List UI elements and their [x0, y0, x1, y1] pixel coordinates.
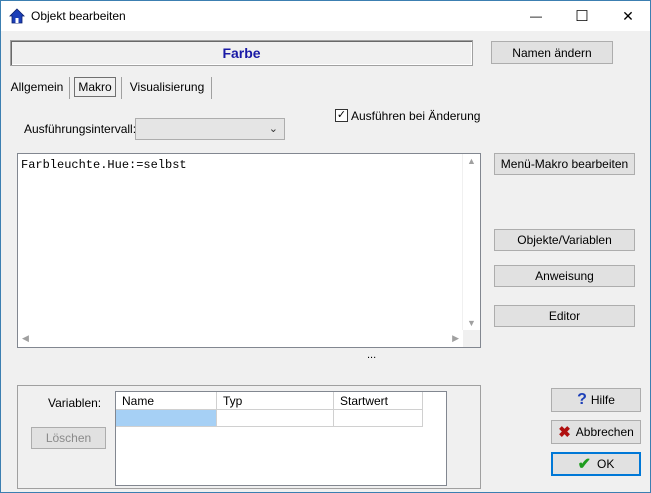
- question-mark-icon: ?: [577, 391, 587, 408]
- macro-code-text: Farbleuchte.Hue:=selbst: [21, 158, 187, 172]
- minimize-button[interactable]: —: [513, 1, 559, 31]
- table-cell-selected[interactable]: [116, 410, 217, 427]
- interval-label: Ausführungsintervall:: [24, 122, 137, 136]
- help-label: Hilfe: [590, 393, 615, 407]
- tab-visualisierung-label: Visualisierung: [129, 80, 205, 94]
- minimize-icon: —: [530, 9, 542, 23]
- cancel-label: Abbrechen: [575, 425, 634, 439]
- close-button[interactable]: ✕: [605, 1, 651, 31]
- tab-allgemein-label: Allgemein: [10, 80, 64, 94]
- table-row[interactable]: [116, 410, 423, 427]
- scrollbar-corner: [463, 330, 480, 347]
- dialog-window: Objekt bearbeiten — ☐ ✕ Farbe Namen ände…: [0, 0, 651, 493]
- delete-button[interactable]: Löschen: [31, 427, 106, 449]
- help-button[interactable]: ? Hilfe: [551, 388, 641, 412]
- editor-label: Editor: [548, 309, 581, 323]
- table-header: Name Typ Startwert: [116, 392, 423, 410]
- column-header-name[interactable]: Name: [116, 392, 217, 410]
- tab-makro[interactable]: Makro: [74, 77, 116, 97]
- rename-button[interactable]: Namen ändern: [491, 41, 613, 64]
- checkmark-icon: ✓: [336, 109, 347, 121]
- table-cell[interactable]: [334, 410, 423, 427]
- column-header-type[interactable]: Typ: [217, 392, 334, 410]
- tab-visualisierung[interactable]: Visualisierung: [127, 75, 207, 99]
- vertical-scrollbar[interactable]: ▲ ▼: [462, 154, 480, 330]
- delete-button-label: Löschen: [45, 431, 92, 445]
- table-cell[interactable]: [217, 410, 334, 427]
- ok-label: OK: [597, 457, 615, 471]
- checkmark-icon: ✔: [577, 456, 592, 473]
- object-name-display: Farbe: [10, 40, 473, 66]
- macro-code-editor[interactable]: Farbleuchte.Hue:=selbst ▲ ▼ ◀ ▶: [17, 153, 481, 348]
- interval-select[interactable]: ⌄: [135, 118, 285, 140]
- tab-allgemein[interactable]: Allgemein: [9, 75, 65, 99]
- edit-menu-macro-button[interactable]: Menü-Makro bearbeiten: [494, 153, 635, 175]
- instruction-label: Anweisung: [535, 269, 594, 283]
- editor-button[interactable]: Editor: [494, 305, 635, 327]
- tab-divider: [211, 77, 212, 99]
- cancel-button[interactable]: ✖ Abbrechen: [551, 420, 641, 444]
- maximize-icon: ☐: [575, 8, 589, 25]
- run-on-change-label: Ausführen bei Änderung: [351, 109, 481, 123]
- variables-label: Variablen:: [48, 396, 102, 410]
- title-bar[interactable]: Objekt bearbeiten — ☐ ✕: [1, 1, 650, 31]
- edit-menu-macro-label: Menü-Makro bearbeiten: [500, 157, 629, 171]
- scroll-down-icon[interactable]: ▼: [467, 318, 476, 328]
- rename-button-label: Namen ändern: [512, 45, 592, 60]
- close-icon: ✕: [622, 7, 634, 24]
- scroll-up-icon[interactable]: ▲: [467, 156, 476, 166]
- house-icon: [9, 8, 25, 24]
- x-cross-icon: ✖: [558, 424, 571, 441]
- instruction-button[interactable]: Anweisung: [494, 265, 635, 287]
- tab-divider: [69, 77, 70, 99]
- maximize-button[interactable]: ☐: [559, 1, 605, 31]
- ellipsis-indicator: ...: [367, 349, 377, 361]
- scroll-left-icon[interactable]: ◀: [22, 333, 29, 344]
- scroll-right-icon[interactable]: ▶: [452, 333, 459, 344]
- tab-makro-label: Makro: [78, 80, 112, 94]
- ok-button[interactable]: ✔ OK: [551, 452, 641, 476]
- window-title: Objekt bearbeiten: [31, 9, 126, 23]
- chevron-down-icon: ⌄: [268, 123, 278, 135]
- run-on-change-checkbox[interactable]: ✓: [335, 109, 348, 122]
- column-header-start-value[interactable]: Startwert: [334, 392, 423, 410]
- variables-table[interactable]: Name Typ Startwert: [115, 391, 447, 486]
- objects-variables-label: Objekte/Variablen: [517, 233, 612, 247]
- objects-variables-button[interactable]: Objekte/Variablen: [494, 229, 635, 251]
- horizontal-scrollbar[interactable]: ◀ ▶: [18, 330, 463, 347]
- tab-divider: [121, 77, 122, 99]
